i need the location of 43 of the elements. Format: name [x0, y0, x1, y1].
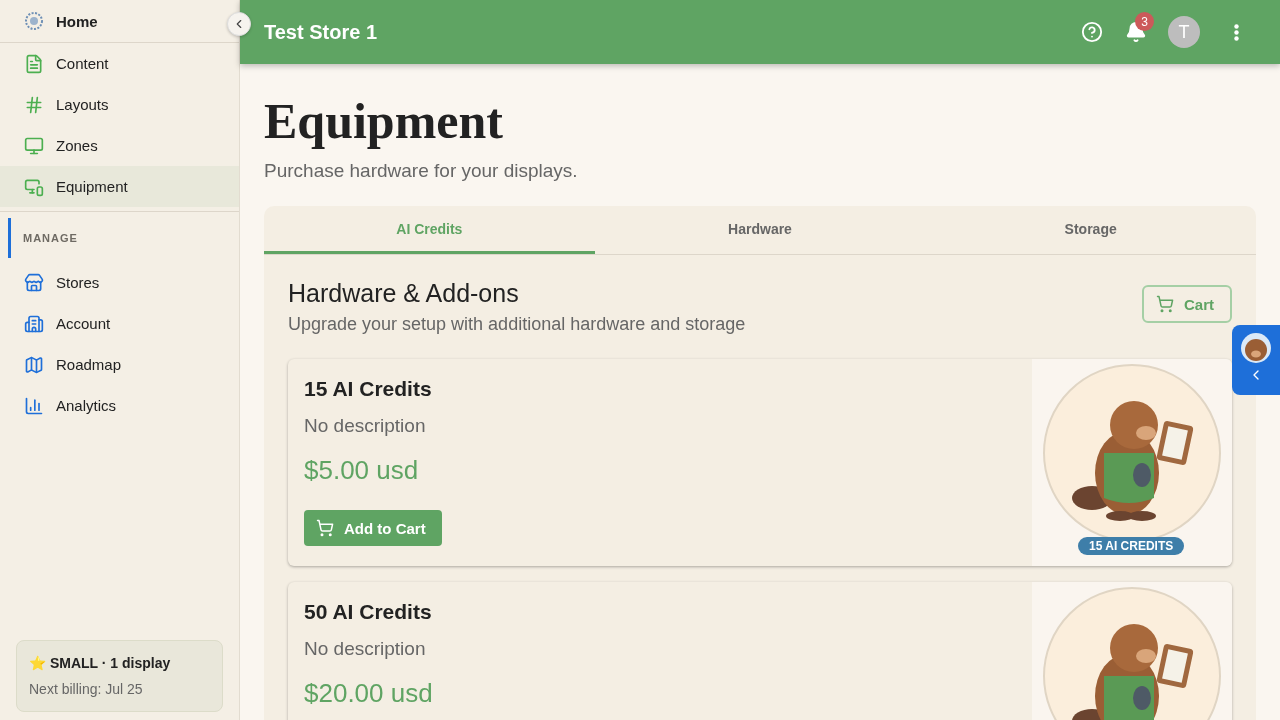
- billing-date: Next billing: Jul 25: [29, 681, 144, 697]
- collapse-button[interactable]: [227, 12, 251, 36]
- notification-count: 3: [1135, 12, 1154, 31]
- monitor-icon: [24, 135, 44, 156]
- tab[interactable]: Hardware: [594, 206, 926, 254]
- product-price: $5.00 usd: [304, 455, 420, 486]
- assistant-tab[interactable]: [1232, 325, 1280, 395]
- cart-icon: [316, 519, 334, 537]
- building-icon: [24, 313, 44, 334]
- nav-item[interactable]: Zones: [0, 125, 239, 166]
- product-badge: 15 AI CREDITS: [1078, 537, 1185, 555]
- nav-item[interactable]: Account: [0, 303, 239, 344]
- nav-item[interactable]: Analytics: [0, 385, 239, 426]
- cart-icon: [1156, 295, 1174, 313]
- more-icon: [1233, 23, 1239, 41]
- product-title: 50 AI Credits: [304, 600, 433, 624]
- document-icon: [24, 53, 44, 74]
- store-icon: [24, 272, 44, 293]
- logo-icon: [24, 11, 44, 31]
- map-icon: [24, 354, 44, 375]
- section-heading: MANAGE: [8, 218, 239, 258]
- plan-name: ⭐ SMALL · 1 display: [29, 655, 172, 671]
- product-title: 15 AI Credits: [304, 377, 433, 401]
- store-title: Test Store 1: [264, 20, 378, 44]
- page-subtitle: Purchase hardware for your displays.: [264, 160, 579, 182]
- section-title: Hardware & Add-ons: [288, 279, 520, 308]
- help-icon: [1081, 21, 1103, 43]
- nav-item[interactable]: Equipment: [0, 166, 239, 207]
- section-subtitle: Upgrade your setup with additional hardware and storage: [288, 314, 746, 335]
- beaver-avatar-icon: [1241, 333, 1271, 363]
- page-title: Equipment: [264, 92, 504, 150]
- notifications-button[interactable]: 3: [1116, 12, 1156, 52]
- nav-item[interactable]: Roadmap: [0, 344, 239, 385]
- home-link[interactable]: Home: [0, 0, 200, 42]
- tab[interactable]: Storage: [925, 206, 1256, 254]
- nav-item[interactable]: Layouts: [0, 84, 239, 125]
- product-price: $20.00 usd: [304, 678, 434, 709]
- nav-item[interactable]: Stores: [0, 262, 239, 303]
- product-description: No description: [304, 415, 427, 437]
- product-description: No description: [304, 638, 427, 660]
- bar-chart-icon: [24, 395, 44, 416]
- hash-icon: [24, 94, 44, 115]
- nav-item[interactable]: Content: [0, 43, 239, 84]
